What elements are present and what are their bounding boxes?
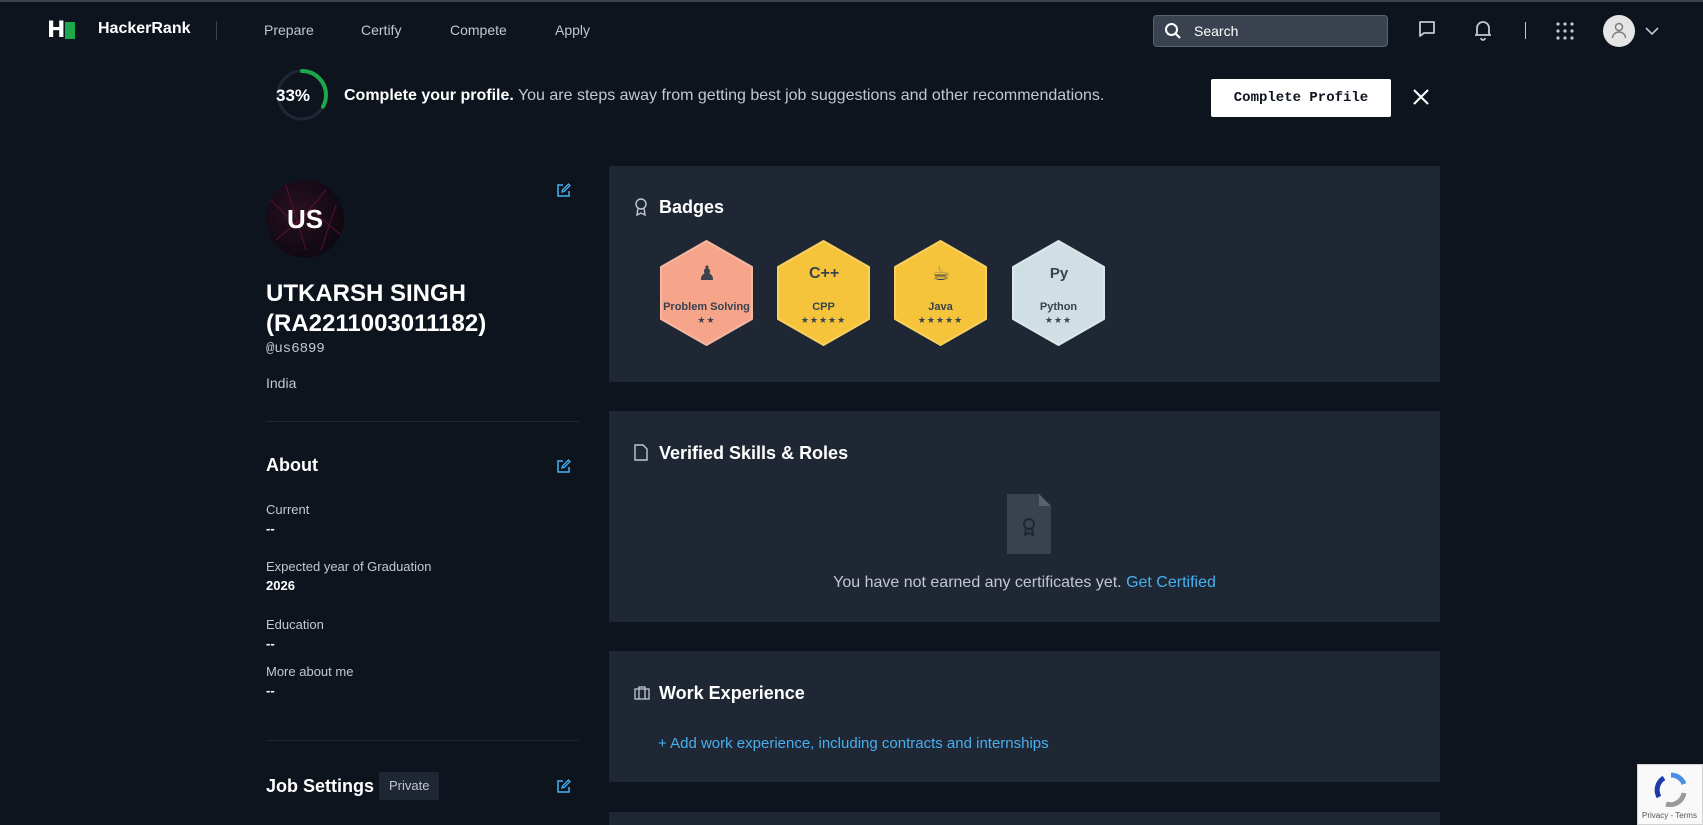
avatar-initials: US: [286, 204, 324, 234]
badge-ribbon-icon: [635, 198, 647, 216]
banner-headline: Complete your profile.: [344, 87, 514, 104]
badge-stars: ★★★: [1044, 315, 1073, 325]
about-graduation-value: 2026: [266, 578, 295, 593]
work-experience-title: Work Experience: [659, 683, 805, 703]
recaptcha-icon: [1654, 772, 1687, 807]
briefcase-icon: [634, 686, 650, 700]
edit-job-settings-icon[interactable]: [556, 779, 571, 794]
complete-profile-banner: 33% Complete your profile. You are steps…: [0, 57, 1703, 157]
profile-avatar: US: [266, 180, 344, 258]
top-navbar: H HackerRank Prepare Certify Compete App…: [0, 0, 1703, 57]
banner-message: Complete your profile. You are steps awa…: [344, 87, 1104, 105]
hackerrank-logo-icon[interactable]: H: [47, 20, 77, 42]
nav-link-prepare[interactable]: Prepare: [264, 22, 314, 38]
badge-name: Java: [928, 301, 953, 313]
cpp-icon: C++: [809, 265, 840, 282]
notifications-bell-icon[interactable]: [1473, 19, 1493, 41]
brand-name[interactable]: HackerRank: [98, 20, 191, 38]
hexagon-shape: [894, 240, 987, 346]
profile-name: UTKARSH SINGH (RA2211003011182): [266, 280, 487, 337]
user-avatar-button[interactable]: [1603, 15, 1635, 47]
complete-profile-button[interactable]: Complete Profile: [1211, 79, 1391, 117]
job-settings-title: Job Settings: [266, 776, 375, 796]
close-icon[interactable]: [1410, 86, 1432, 108]
profile-handle: @us6899: [266, 341, 325, 357]
apps-grid-icon[interactable]: [1556, 22, 1574, 40]
certificate-placeholder-icon: [1007, 494, 1051, 554]
badge-stars: ★★★★★: [917, 315, 964, 325]
hexagon-shape: [660, 240, 753, 346]
badge-stars: ★★: [697, 315, 716, 325]
profile-progress-percent: 33%: [276, 86, 311, 105]
about-more-label: More about me: [266, 664, 354, 679]
about-education-value: --: [266, 636, 275, 651]
chevron-down-icon[interactable]: [1645, 26, 1659, 36]
job-settings-visibility-badge: Private: [379, 772, 440, 800]
user-icon: [1611, 22, 1627, 39]
nav-link-apply[interactable]: Apply: [555, 22, 590, 38]
badge-name: Python: [1039, 301, 1078, 313]
about-education-label: Education: [266, 617, 324, 632]
search-input[interactable]: Search: [1153, 15, 1388, 47]
work-experience-card: Work Experience + Add work experience, i…: [609, 651, 1440, 782]
nav-divider: [216, 21, 217, 40]
verified-skills-title: Verified Skills & Roles: [659, 443, 849, 463]
java-icon: ☕: [932, 263, 950, 285]
hexagon-shape: [777, 240, 870, 346]
badge-problem-solving[interactable]: ♟ Problem Solving ★★: [657, 239, 756, 347]
add-work-experience-link[interactable]: + Add work experience, including contrac…: [658, 735, 1049, 752]
badge-name: CPP: [812, 301, 835, 313]
verified-skills-card: Verified Skills & Roles You have not ear…: [609, 411, 1440, 622]
about-graduation-label: Expected year of Graduation: [266, 559, 432, 574]
badges-title: Badges: [659, 197, 725, 217]
hexagon-shape: [1012, 240, 1105, 346]
get-certified-link[interactable]: Get Certified: [1126, 574, 1216, 591]
badge-name: Problem Solving: [663, 301, 750, 313]
no-certificates-text: You have not earned any certificates yet…: [833, 574, 1122, 591]
edit-about-icon[interactable]: [556, 459, 571, 474]
problem-solving-icon: ♟: [698, 263, 716, 285]
badge-java[interactable]: ☕ Java ★★★★★: [891, 239, 990, 347]
edit-profile-icon[interactable]: [556, 183, 571, 198]
divider: [266, 740, 579, 741]
badge-cpp[interactable]: C++ CPP ★★★★★: [774, 239, 873, 347]
about-more-value: --: [266, 683, 275, 698]
divider: [266, 421, 579, 422]
nav-link-compete[interactable]: Compete: [450, 22, 507, 38]
recaptcha-links[interactable]: Privacy - Terms: [1642, 811, 1697, 820]
python-icon: Py: [1049, 265, 1069, 282]
search-icon: [1165, 23, 1181, 39]
no-certificates-message: You have not earned any certificates yet…: [609, 574, 1440, 592]
about-current-value: --: [266, 521, 275, 536]
search-placeholder: Search: [1194, 23, 1239, 39]
about-title: About: [266, 455, 318, 475]
banner-text: You are steps away from getting best job…: [517, 87, 1105, 104]
about-current-label: Current: [266, 502, 310, 517]
badge-stars: ★★★★★: [800, 315, 847, 325]
nav-link-certify[interactable]: Certify: [361, 22, 401, 38]
messages-icon[interactable]: [1417, 19, 1437, 39]
recaptcha-badge[interactable]: Privacy - Terms: [1637, 764, 1703, 825]
nav-divider-right: [1525, 22, 1526, 39]
profile-country: India: [266, 375, 297, 391]
document-icon: [634, 444, 648, 461]
badge-python[interactable]: Py Python ★★★: [1009, 239, 1108, 347]
next-card: [609, 812, 1440, 825]
